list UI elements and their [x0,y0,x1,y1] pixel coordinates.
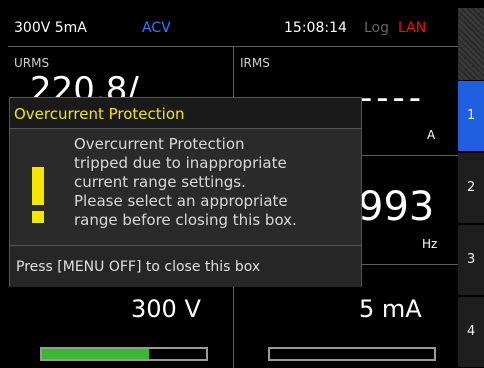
voltage-range-bar-fill [42,349,149,359]
mode-indicator: ACV [142,20,171,36]
dialog-message-line: range before closing this box. [74,211,297,229]
warning-icon [32,167,44,223]
frequency-value: 993 [358,184,435,230]
dialog-footer: Press [MENU OFF] to close this box [10,245,361,287]
dialog-message-line: tripped due to inappropriate [74,154,287,172]
log-indicator: Log [364,20,390,36]
dialog-title-bar: Overcurrent Protection [10,98,361,129]
current-range-bar [268,347,436,361]
softkey-3-label: 3 [467,252,476,267]
softkey-1-label: 1 [467,108,476,123]
irms-value: ---- [360,78,426,118]
softkey-panel-header [458,8,484,80]
dialog-message-line: current range settings. [74,173,246,191]
clock: 15:08:14 [284,20,347,36]
range-indicator: 300V 5mA [14,20,87,36]
current-range-value: 5 mA [359,295,422,323]
dialog-body: Overcurrent Protection tripped due to in… [10,129,361,243]
irms-label: IRMS [240,56,270,70]
softkey-3[interactable]: 3 [458,224,484,295]
softkey-2[interactable]: 2 [458,152,484,223]
dialog-message: Overcurrent Protection tripped due to in… [74,135,359,230]
softkey-4-label: 4 [467,324,476,339]
urms-label: URMS [14,56,50,70]
lan-indicator: LAN [398,20,427,36]
dialog-message-line: Please select an appropriate [74,192,288,210]
overcurrent-dialog[interactable]: Overcurrent Protection Overcurrent Prote… [9,97,362,287]
irms-unit: A [427,128,436,142]
frequency-unit: Hz [422,237,438,251]
status-bar: 300V 5mA ACV 15:08:14 Log LAN [8,6,458,46]
instrument-screen: 300V 5mA ACV 15:08:14 Log LAN URMS 220.8… [0,0,484,368]
softkey-2-label: 2 [467,180,476,195]
softkey-4[interactable]: 4 [458,296,484,367]
softkey-1[interactable]: 1 [458,80,484,151]
dialog-footer-text: Press [MENU OFF] to close this box [16,259,261,275]
dialog-title: Overcurrent Protection [14,105,185,123]
dialog-message-line: Overcurrent Protection [74,135,245,153]
voltage-range-bar [40,347,208,361]
voltage-range-value: 300 V [131,295,201,323]
